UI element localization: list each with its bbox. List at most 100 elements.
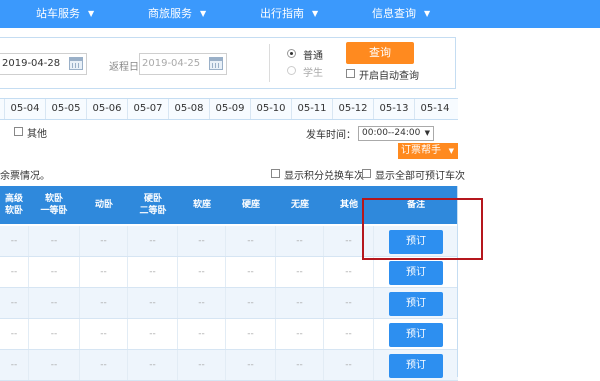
nav-label: 站车服务 — [36, 7, 80, 20]
date-tab[interactable]: 05-08 — [168, 99, 209, 119]
seat-cell: -- — [324, 257, 374, 287]
divider — [269, 44, 270, 82]
seat-cell: -- — [276, 319, 324, 349]
date-tab[interactable]: 05-06 — [86, 99, 127, 119]
nav-label: 出行指南 — [260, 7, 304, 20]
seat-cell: -- — [0, 319, 29, 349]
ticket-type-student-radio[interactable] — [287, 66, 296, 75]
seat-cell: -- — [178, 288, 226, 318]
seat-cell: -- — [128, 257, 178, 287]
seat-cell: -- — [178, 257, 226, 287]
seat-cell: -- — [226, 288, 276, 318]
seat-cell: -- — [29, 288, 80, 318]
seat-cell: -- — [276, 257, 324, 287]
depart-time-value: 00:00--24:00 — [362, 128, 421, 138]
date-tab[interactable]: 05-13 — [373, 99, 414, 119]
seat-cell: -- — [226, 257, 276, 287]
top-nav: 站车服务 ▼ 商旅服务 ▼ 出行指南 ▼ 信息查询 ▼ — [0, 0, 600, 28]
col-header: 高级 软卧 — [4, 194, 23, 216]
depart-time-label: 发车时间： — [306, 130, 356, 141]
return-date-value: 2019-04-25 — [142, 58, 201, 69]
seat-cell: -- — [80, 257, 128, 287]
date-tab[interactable]: 05-07 — [127, 99, 168, 119]
col-header: 无座 — [290, 200, 309, 210]
show-all-checkbox[interactable] — [362, 169, 371, 178]
depart-time-select[interactable]: 00:00--24:00 ▼ — [358, 126, 434, 141]
show-all-label: 显示全部可预订车次 — [375, 171, 465, 182]
filter-other-label: 其他 — [27, 129, 47, 140]
seat-cell: -- — [80, 288, 128, 318]
chevron-down-icon: ▼ — [312, 9, 319, 18]
chevron-down-icon: ▼ — [424, 9, 431, 18]
col-header: 软座 — [192, 200, 211, 210]
show-points-checkbox[interactable] — [271, 169, 280, 178]
ticket-type-normal-radio[interactable] — [287, 49, 296, 58]
seat-cell: -- — [226, 350, 276, 380]
book-button[interactable]: 预订 — [389, 354, 443, 378]
seat-cell: -- — [128, 288, 178, 318]
auto-query-checkbox[interactable] — [346, 69, 355, 78]
book-button[interactable]: 预订 — [389, 292, 443, 316]
nav-travel-guide[interactable]: 出行指南 ▼ — [260, 0, 318, 28]
chevron-down-icon: ▼ — [88, 9, 95, 18]
return-date-label: 返程日 — [109, 62, 139, 73]
seat-cell: -- — [128, 226, 178, 256]
ticket-notice: 余票情况。 — [0, 171, 50, 182]
col-header: 软卧 一等卧 — [40, 194, 68, 216]
calendar-icon[interactable] — [69, 57, 83, 70]
seat-cell: -- — [29, 350, 80, 380]
seat-cell: -- — [80, 226, 128, 256]
seat-cell: -- — [276, 288, 324, 318]
seat-cell: -- — [29, 226, 80, 256]
date-tab[interactable]: 05-05 — [45, 99, 86, 119]
booking-helper-label: 订票帮手 — [401, 145, 441, 156]
annotation-highlight-box — [362, 198, 483, 260]
seat-cell: -- — [178, 350, 226, 380]
date-tab[interactable]: 05-14 — [414, 99, 455, 119]
nav-info-query[interactable]: 信息查询 ▼ — [372, 0, 430, 28]
col-header: 硬卧 二等卧 — [139, 194, 167, 216]
query-button[interactable]: 查询 — [346, 42, 414, 64]
chevron-down-icon: ▼ — [424, 129, 430, 137]
seat-cell: -- — [0, 288, 29, 318]
seat-cell: -- — [324, 319, 374, 349]
seat-cell: -- — [80, 319, 128, 349]
nav-business-service[interactable]: 商旅服务 ▼ — [148, 0, 206, 28]
booking-helper-button[interactable]: 订票帮手 ▼ — [398, 143, 458, 159]
nav-label: 商旅服务 — [148, 7, 192, 20]
seat-cell: -- — [226, 226, 276, 256]
search-panel: 2019-04-28 返程日 2019-04-25 普通 学生 查询 开启自动查… — [0, 37, 456, 89]
date-tab[interactable]: 05-10 — [250, 99, 291, 119]
chevron-down-icon: ▼ — [200, 9, 207, 18]
seat-cell: -- — [226, 319, 276, 349]
calendar-icon[interactable] — [209, 57, 223, 70]
show-points-label: 显示积分兑换车次 — [284, 171, 364, 182]
seat-cell: -- — [128, 350, 178, 380]
seat-cell: -- — [276, 350, 324, 380]
book-button[interactable]: 预订 — [389, 261, 443, 285]
seat-cell: -- — [80, 350, 128, 380]
col-header: 硬座 — [241, 200, 260, 210]
ticket-type-normal-label: 普通 — [303, 51, 323, 62]
depart-date-value: 2019-04-28 — [2, 58, 61, 69]
seat-cell: -- — [0, 350, 29, 380]
nav-station-service[interactable]: 站车服务 ▼ — [36, 0, 94, 28]
filter-other-checkbox[interactable] — [14, 127, 23, 136]
date-strip: 05-04 05-05 05-06 05-07 05-08 05-09 05-1… — [0, 98, 458, 120]
date-tab[interactable]: 05-11 — [291, 99, 332, 119]
auto-query-label: 开启自动查询 — [359, 71, 419, 82]
col-header: 动卧 — [94, 200, 113, 210]
seat-cell: -- — [178, 226, 226, 256]
seat-cell: -- — [178, 319, 226, 349]
seat-cell: -- — [324, 350, 374, 380]
date-tab[interactable]: 05-09 — [209, 99, 250, 119]
date-tab[interactable]: 05-04 — [4, 99, 45, 119]
seat-cell: -- — [0, 226, 29, 256]
seat-cell: -- — [0, 257, 29, 287]
seat-cell: -- — [276, 226, 324, 256]
chevron-down-icon: ▼ — [448, 147, 454, 155]
depart-date-input[interactable]: 2019-04-28 — [0, 53, 87, 75]
return-date-input[interactable]: 2019-04-25 — [139, 53, 227, 75]
date-tab[interactable]: 05-12 — [332, 99, 373, 119]
book-button[interactable]: 预订 — [389, 323, 443, 347]
